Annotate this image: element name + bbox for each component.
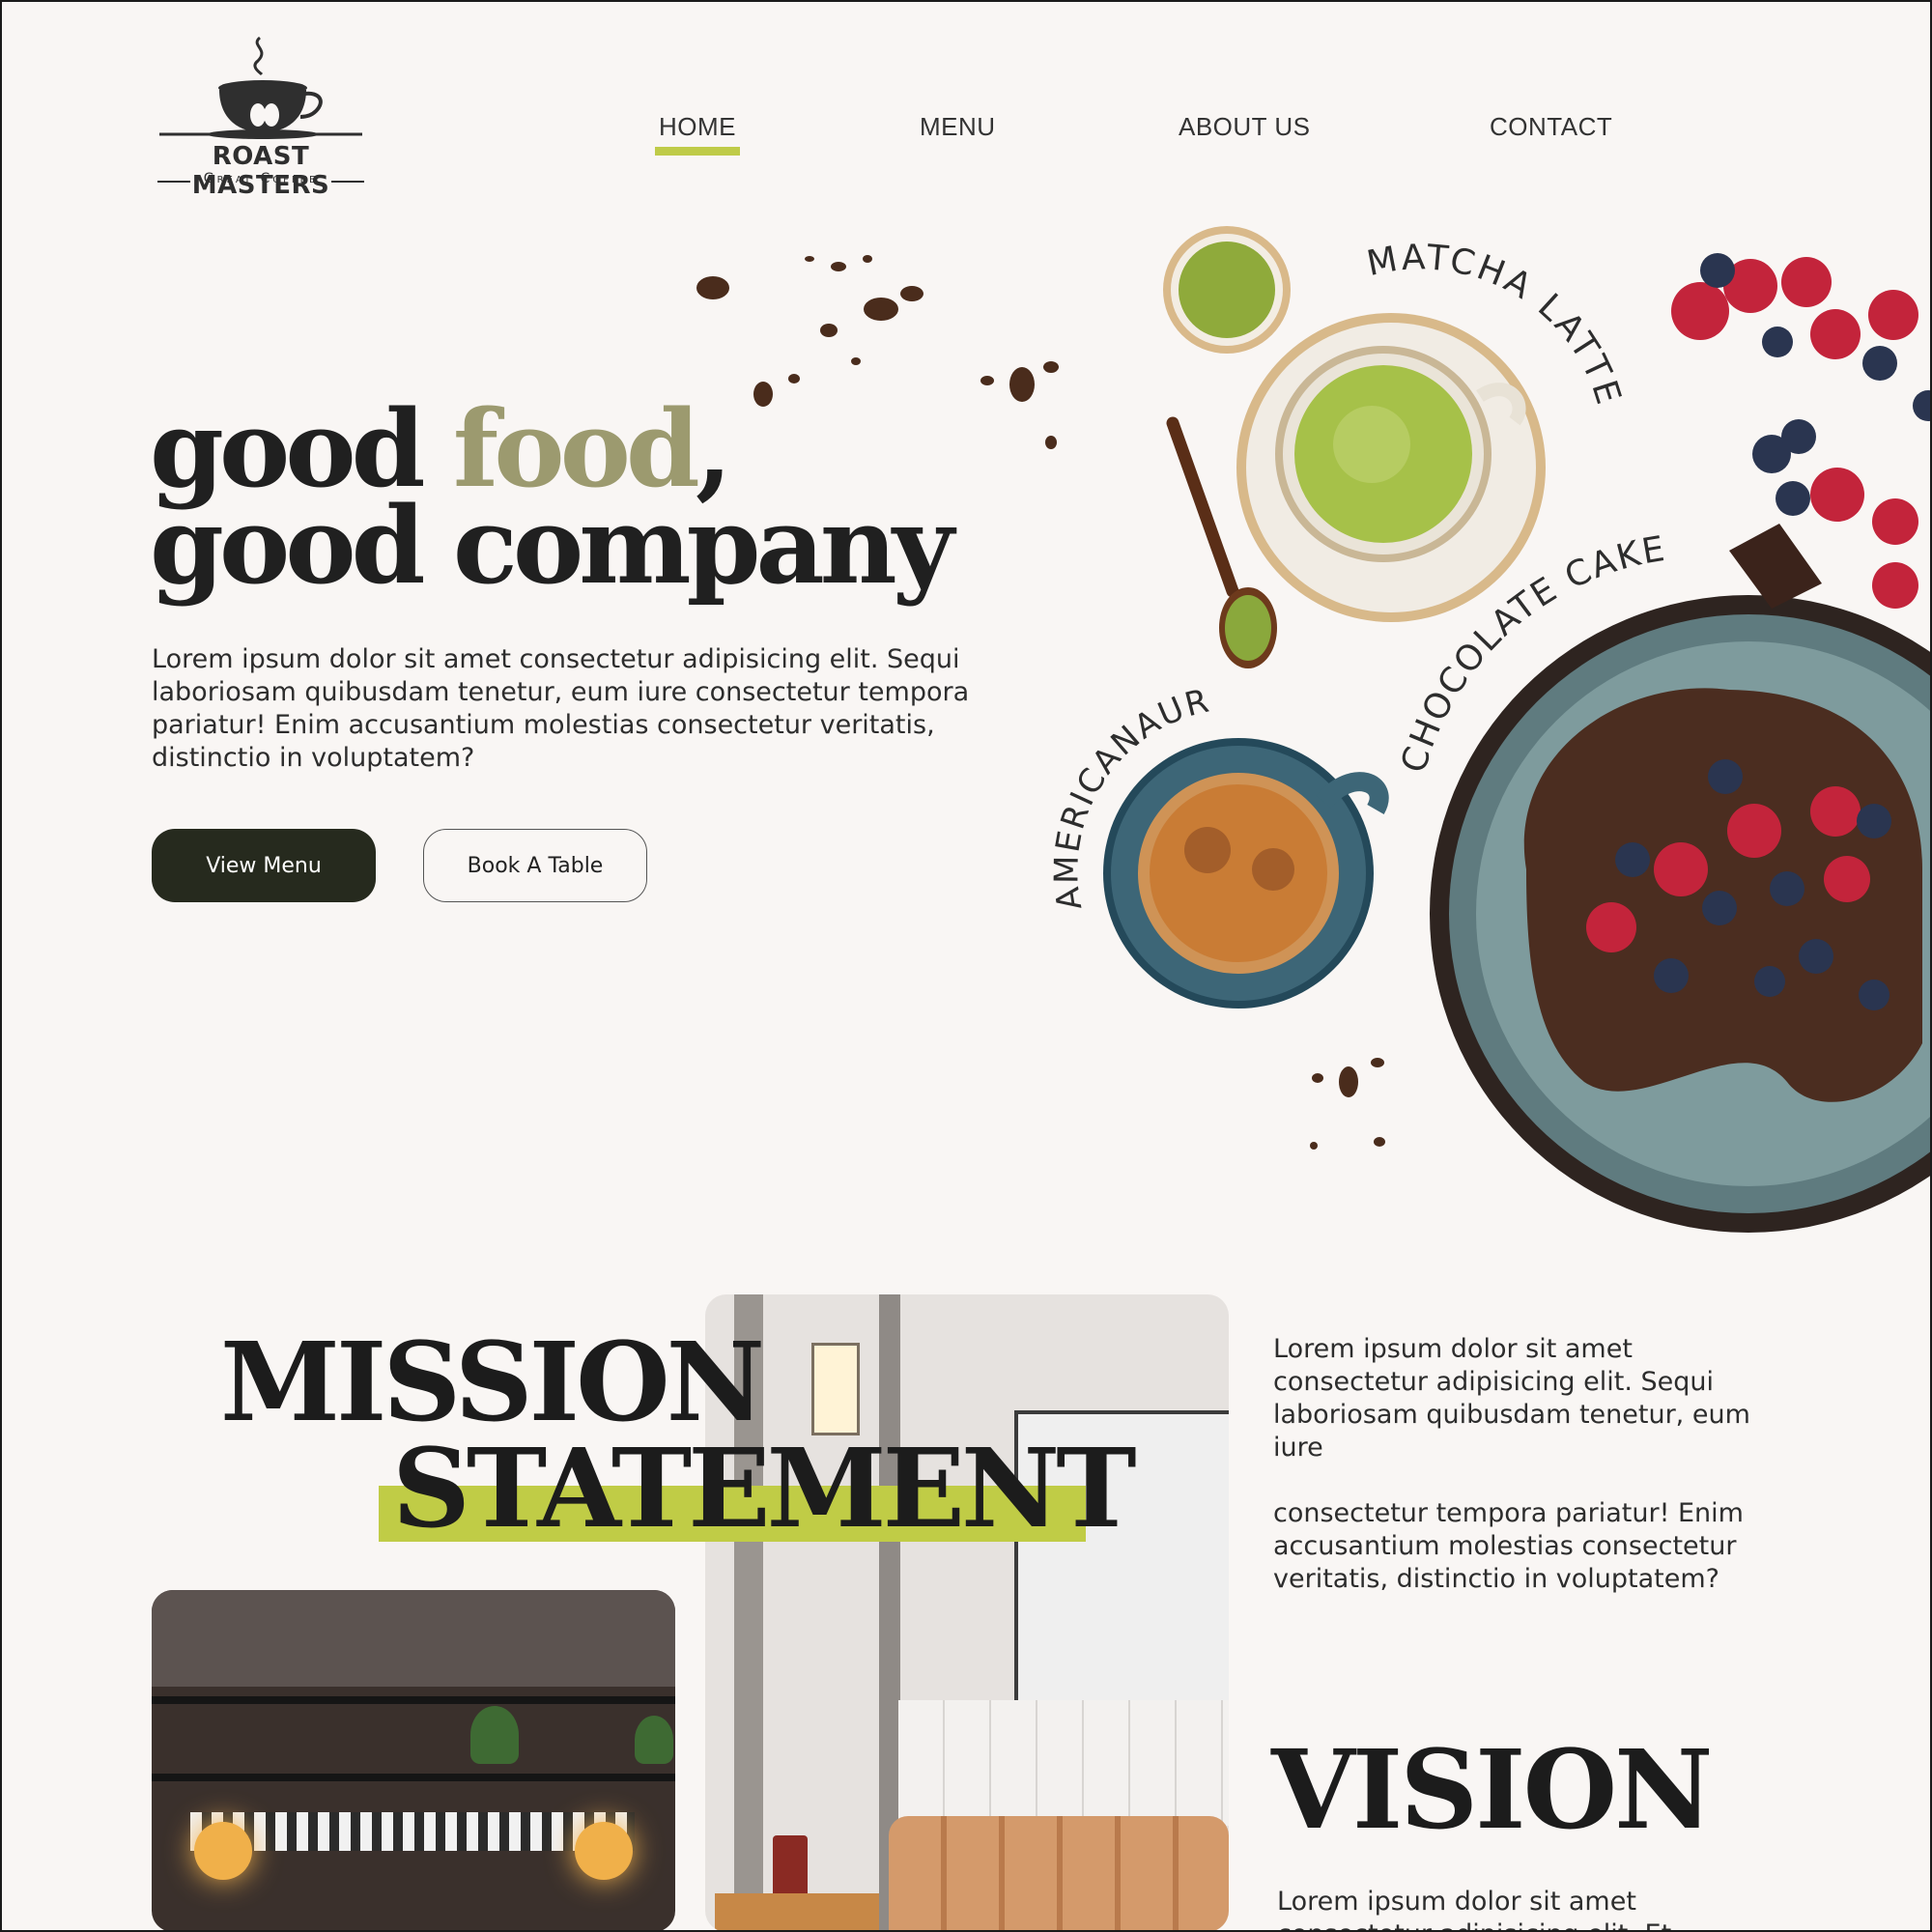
wall-lamp [811,1343,860,1435]
mission-text-1: Lorem ipsum dolor sit amet consectetur a… [1273,1334,1750,1463]
bench [889,1816,1229,1932]
vision-title: VISION [1271,1727,1713,1854]
mission-title-line2: STATEMENT [392,1426,1137,1552]
ceiling [152,1590,675,1687]
pendant-lamp [575,1822,633,1880]
plant [470,1706,519,1764]
bottle-row [190,1812,635,1851]
cafe-interior-photo [705,1294,1229,1932]
side-table [715,1893,879,1932]
cafe-bar-photo [152,1590,675,1932]
mission-text-2: consectetur tempora pariatur! Enim accus… [1273,1498,1744,1594]
shelf [152,1774,675,1781]
shelf [152,1696,675,1704]
vision-text: Lorem ipsum dolor sit amet consectetur a… [1277,1887,1696,1932]
mission-title-line1: MISSION [220,1320,765,1446]
hero-illustration: MATCHA LATTE CHOCOLATE CAKE AMERICANAUR [696,226,1932,1233]
pendant-lamp [194,1822,252,1880]
plant [635,1716,673,1764]
tile-wall [898,1700,1229,1826]
